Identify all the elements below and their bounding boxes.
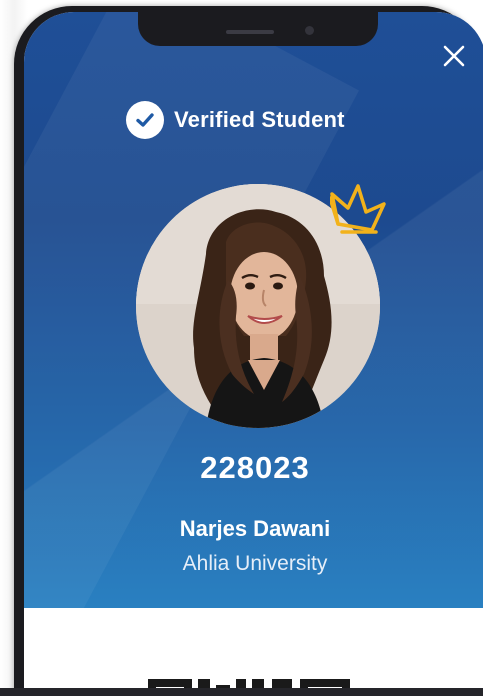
check-circle-icon <box>126 101 164 139</box>
verified-label: Verified Student <box>174 107 345 132</box>
front-camera <box>305 26 314 35</box>
close-button[interactable] <box>436 38 472 74</box>
close-icon <box>443 45 465 67</box>
speaker-grille <box>226 30 274 34</box>
student-name: Narjes Dawani <box>179 516 331 541</box>
student-id: 228023 <box>200 450 310 485</box>
qr-section <box>24 608 483 696</box>
verified-badge: Verified Student <box>126 100 345 140</box>
screen-bottom-edge <box>0 688 483 696</box>
university-name: Ahlia University <box>182 552 328 575</box>
crown-icon <box>330 180 390 234</box>
app-stage: Verified Student 228023 Narjes Dawani Ah… <box>0 0 483 696</box>
phone-screen: Verified Student 228023 Narjes Dawani Ah… <box>24 12 483 696</box>
phone-notch <box>138 12 378 46</box>
